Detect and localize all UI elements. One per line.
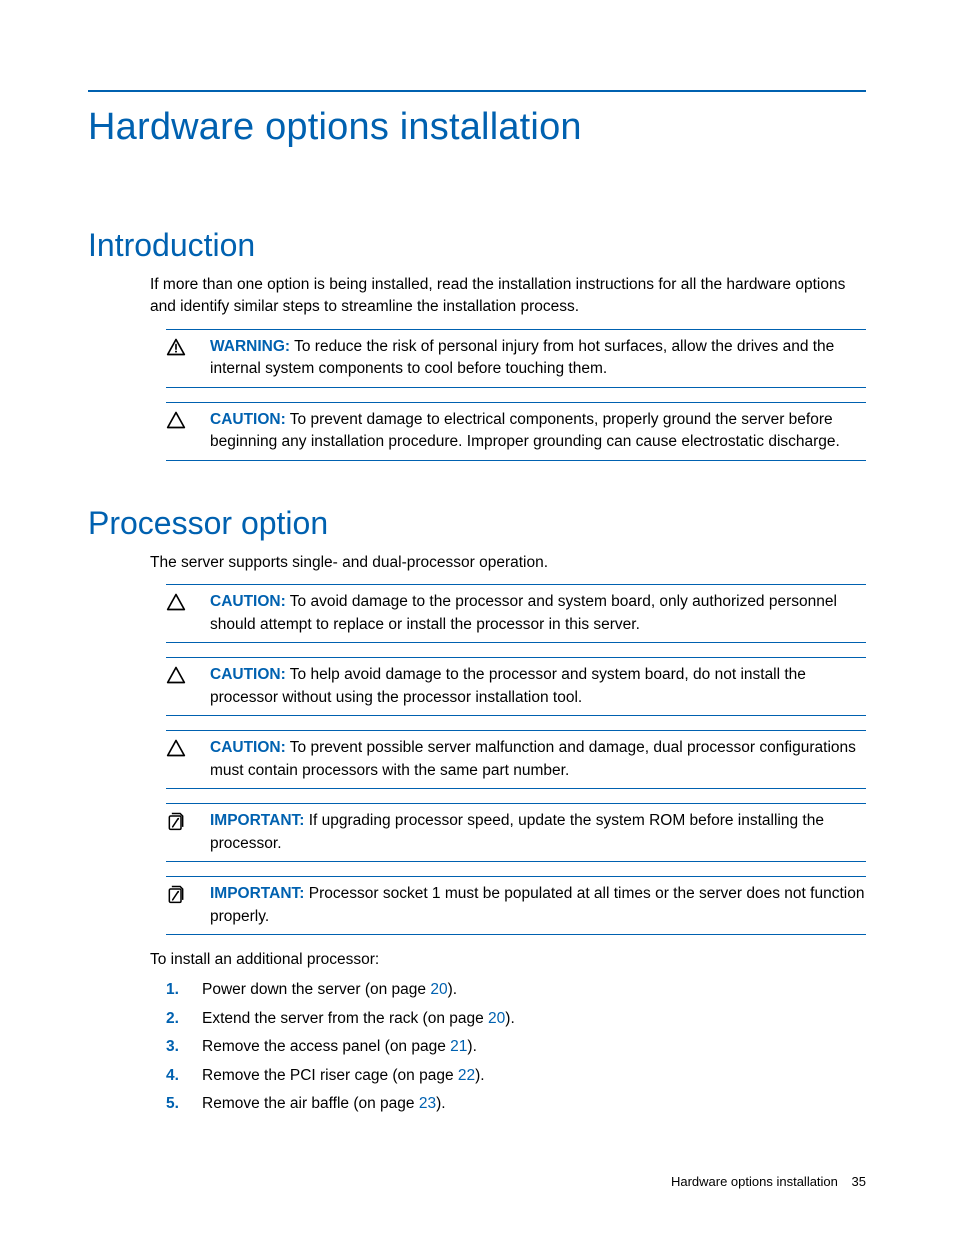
callout-text: To prevent damage to electrical componen… [210,411,840,450]
callout-caution: CAUTION: To help avoid damage to the pro… [166,657,866,716]
callout-label: CAUTION: [210,666,286,683]
install-steps: Power down the server (on page 20). Exte… [166,979,866,1115]
callout-caution: CAUTION: To prevent possible server malf… [166,730,866,789]
important-icon [166,810,210,831]
top-rule [88,90,866,92]
callout-label: CAUTION: [210,411,286,428]
warning-icon [166,336,210,357]
page-title: Hardware options installation [88,106,866,149]
footer-section: Hardware options installation [671,1174,838,1189]
important-icon [166,883,210,904]
step-item: Remove the air baffle (on page 23). [166,1093,866,1115]
step-text-post: ). [467,1038,476,1055]
callout-text: To help avoid damage to the processor an… [210,666,806,705]
callout-caution: CAUTION: To prevent damage to electrical… [166,402,866,461]
page-xref[interactable]: 20 [488,1010,505,1027]
step-text-pre: Extend the server from the rack (on page [202,1010,488,1027]
caution-icon [166,591,210,612]
callout-important: IMPORTANT: If upgrading processor speed,… [166,803,866,862]
caution-icon [166,409,210,430]
page-footer: Hardware options installation 35 [671,1174,866,1189]
footer-page-number: 35 [852,1174,866,1189]
page-xref[interactable]: 23 [419,1095,436,1112]
step-item: Remove the access panel (on page 21). [166,1036,866,1058]
page-xref[interactable]: 21 [450,1038,467,1055]
callout-text: To avoid damage to the processor and sys… [210,593,837,632]
callout-important: IMPORTANT: Processor socket 1 must be po… [166,876,866,935]
page-xref[interactable]: 20 [430,981,447,998]
callout-text: Processor socket 1 must be populated at … [210,885,864,924]
step-text-pre: Power down the server (on page [202,981,430,998]
caution-icon [166,737,210,758]
step-text-pre: Remove the air baffle (on page [202,1095,419,1112]
step-text-post: ). [448,981,457,998]
caution-icon [166,664,210,685]
step-item: Power down the server (on page 20). [166,979,866,1001]
callout-text: To reduce the risk of personal injury fr… [210,338,834,377]
callout-caution: CAUTION: To avoid damage to the processo… [166,584,866,643]
intro-paragraph: If more than one option is being install… [150,274,866,319]
step-text-post: ). [436,1095,445,1112]
callout-label: IMPORTANT: [210,812,304,829]
callout-warning: WARNING: To reduce the risk of personal … [166,329,866,388]
steps-leadin: To install an additional processor: [150,949,866,971]
callout-label: CAUTION: [210,739,286,756]
intro-body: If more than one option is being install… [150,274,866,461]
callout-text: To prevent possible server malfunction a… [210,739,856,778]
page-xref[interactable]: 22 [458,1067,475,1084]
document-page: Hardware options installation Introducti… [0,0,954,1116]
step-item: Remove the PCI riser cage (on page 22). [166,1065,866,1087]
callout-label: CAUTION: [210,593,286,610]
step-text-pre: Remove the access panel (on page [202,1038,450,1055]
section-heading-processor: Processor option [88,505,866,542]
callout-label: IMPORTANT: [210,885,304,902]
step-text-post: ). [475,1067,484,1084]
step-text-pre: Remove the PCI riser cage (on page [202,1067,458,1084]
processor-body: The server supports single- and dual-pro… [150,552,866,1116]
processor-paragraph: The server supports single- and dual-pro… [150,552,866,574]
step-item: Extend the server from the rack (on page… [166,1008,866,1030]
callout-label: WARNING: [210,338,290,355]
section-heading-introduction: Introduction [88,227,866,264]
step-text-post: ). [505,1010,514,1027]
